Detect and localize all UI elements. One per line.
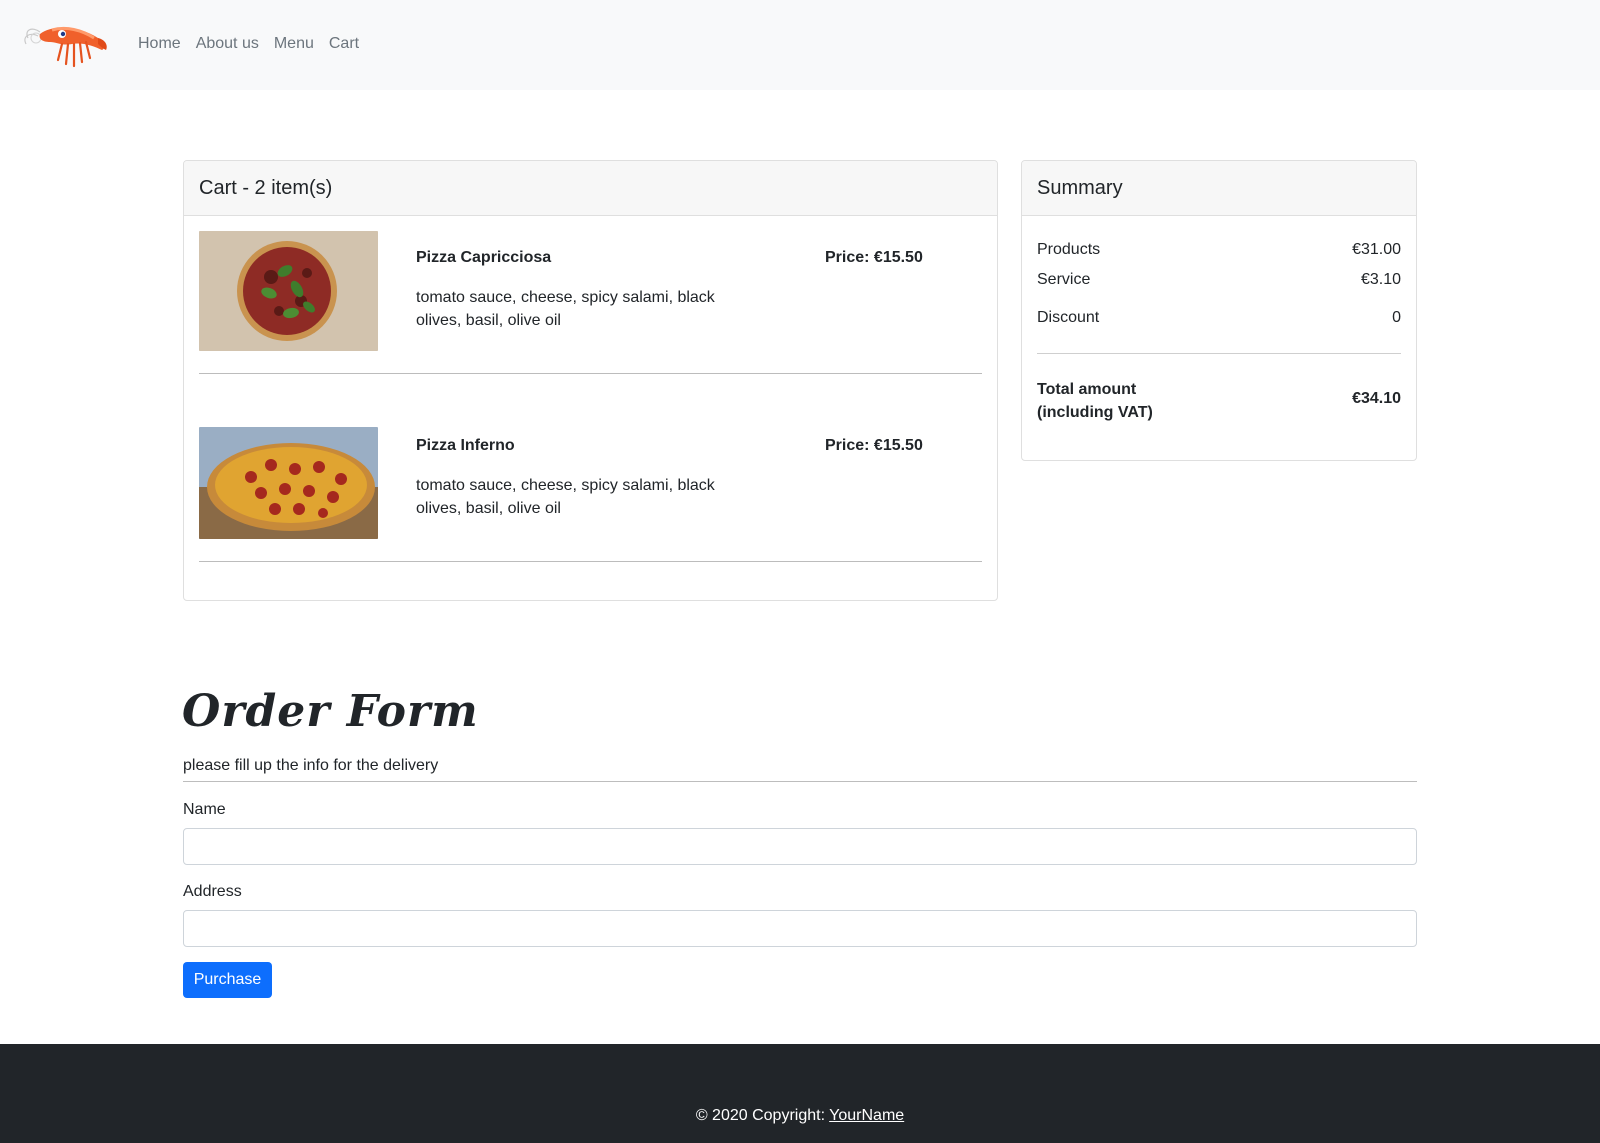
summary-label: Service (1037, 271, 1091, 288)
nav-links: Home About us Menu Cart (138, 35, 359, 53)
copyright-text: © 2020 Copyright: (695, 1107, 830, 1124)
summary-label: Products (1037, 241, 1101, 258)
item-description: tomato sauce, cheese, spicy salami, blac… (416, 289, 715, 329)
cart-item: Pizza Inferno tomato sauce, cheese, spic… (199, 427, 982, 587)
cart-item: Pizza Capricciosa tomato sauce, cheese, … (199, 231, 982, 391)
address-input[interactable] (183, 910, 1417, 947)
nav-link-home[interactable]: Home (138, 35, 181, 53)
summary-label: Discount (1037, 309, 1100, 326)
total-label-line2: (including VAT) (1037, 404, 1153, 421)
order-form-divider (183, 781, 1417, 782)
purchase-button[interactable]: Purchase (183, 962, 272, 998)
summary-value: €3.10 (1360, 271, 1401, 288)
pizza-with-basil-photo[interactable] (199, 231, 378, 351)
pepperoni-pizza-photo[interactable] (199, 427, 378, 539)
nav-link-cart[interactable]: Cart (329, 35, 359, 53)
item-description: tomato sauce, cheese, spicy salami, blac… (416, 477, 715, 517)
summary-row-discount: Discount 0 (1037, 309, 1401, 327)
footer-copyright: © 2020 Copyright: YourName (0, 1107, 1600, 1125)
cart-header: Cart - 2 item(s) (184, 161, 997, 216)
nav-link-about-us[interactable]: About us (196, 35, 259, 53)
summary-card: Summary Products €31.00 Service €3.10 Di… (1021, 160, 1417, 461)
nav-link-menu[interactable]: Menu (274, 35, 314, 53)
summary-divider (1037, 353, 1401, 354)
item-price: Price: €15.50 (825, 249, 923, 266)
item-name: Pizza Capricciosa (416, 249, 552, 266)
total-amount-value: €34.10 (1352, 390, 1401, 407)
order-form-title: Order Form (182, 686, 479, 737)
footer-author-link[interactable]: YourName (829, 1107, 904, 1124)
total-amount-label: Total amount (including VAT) (1037, 378, 1187, 424)
footer (0, 1044, 1600, 1143)
order-form-subtitle: please fill up the info for the delivery (183, 757, 439, 774)
item-divider (199, 561, 982, 562)
total-label-line1: Total amount (1037, 381, 1137, 398)
navbar: Home About us Menu Cart (0, 0, 1600, 90)
item-price: Price: €15.50 (825, 437, 923, 454)
summary-row-products: Products €31.00 (1037, 241, 1401, 259)
summary-row-service: Service €3.10 (1037, 271, 1401, 289)
address-label: Address (183, 883, 242, 900)
name-input[interactable] (183, 828, 1417, 865)
cart-card: Cart - 2 item(s) Pizza Capricciosa tomat… (183, 160, 998, 601)
summary-header: Summary (1022, 161, 1416, 216)
summary-value: €31.00 (1352, 241, 1401, 258)
shrimp-logo-icon[interactable] (22, 20, 108, 72)
item-divider (199, 373, 982, 374)
item-name: Pizza Inferno (416, 437, 515, 454)
name-label: Name (183, 801, 226, 818)
summary-value: 0 (1392, 309, 1401, 326)
